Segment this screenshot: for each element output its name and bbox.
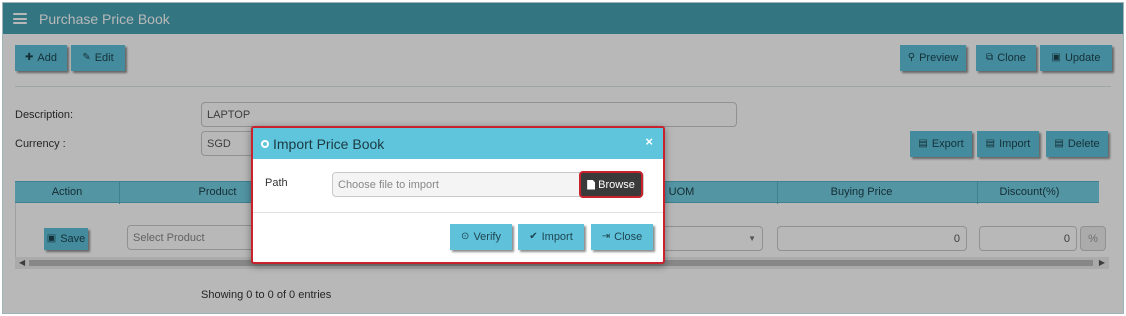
check-icon: ✔	[529, 231, 538, 242]
verify-button-label: Verify	[473, 231, 501, 243]
modal-divider	[253, 212, 663, 213]
verify-button[interactable]: ⊙ Verify	[450, 224, 512, 250]
modal-import-button[interactable]: ✔ Import	[518, 224, 584, 250]
modal-close-button-label: Close	[614, 231, 643, 243]
gear-icon	[261, 139, 269, 148]
file-placeholder: Choose file to import	[338, 178, 439, 191]
file-icon	[587, 179, 596, 190]
app-window: Purchase Price Book ✚ Add ✎ Edit ⚲ Previ…	[2, 2, 1124, 314]
modal-header: Import Price Book ×	[253, 128, 663, 159]
modal-close-button[interactable]: ⇥ Close	[591, 224, 653, 250]
path-label: Path	[265, 177, 288, 189]
sign-out-icon: ⇥	[601, 231, 611, 242]
check-circle-icon: ⊙	[461, 231, 470, 242]
close-icon[interactable]: ×	[645, 134, 653, 149]
browse-button[interactable]: Browse	[579, 171, 643, 198]
browse-button-label: Browse	[598, 178, 635, 191]
modal-title: Import Price Book	[273, 135, 385, 152]
modal-import-button-label: Import	[541, 231, 573, 243]
import-modal: Import Price Book × Path Choose file to …	[251, 126, 665, 264]
